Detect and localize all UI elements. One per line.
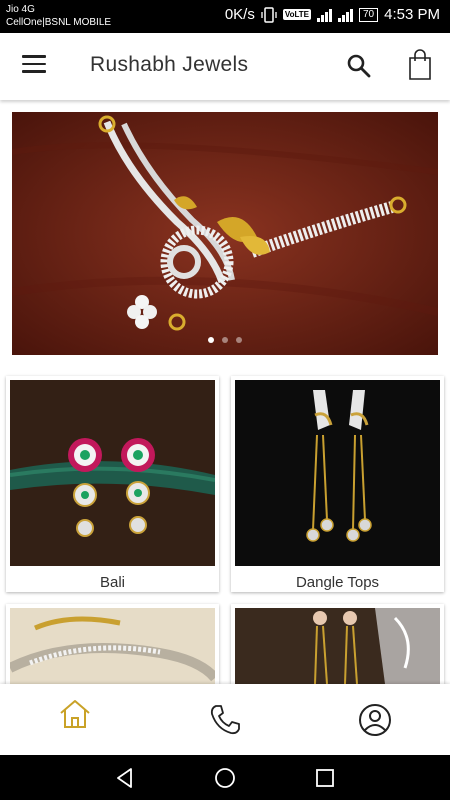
banner-carousel[interactable] bbox=[12, 112, 438, 355]
category-card-bali[interactable]: Bali bbox=[6, 376, 219, 592]
phone-icon[interactable] bbox=[207, 702, 243, 738]
category-card-gold-dangles[interactable] bbox=[231, 604, 444, 684]
category-card-dangle-tops[interactable]: Dangle Tops bbox=[231, 376, 444, 592]
vibrate-icon bbox=[261, 6, 277, 23]
account-icon[interactable] bbox=[357, 702, 393, 738]
carousel-dot[interactable] bbox=[236, 337, 242, 343]
volte-badge: VoLTE bbox=[282, 9, 311, 20]
category-label: Bali bbox=[99, 574, 125, 591]
category-label: Dangle Tops bbox=[295, 574, 380, 591]
network-speed: 0K/s bbox=[224, 6, 255, 23]
signal-icon bbox=[317, 8, 332, 22]
shopping-bag-icon[interactable] bbox=[406, 49, 434, 81]
dangle-tops-earrings-image bbox=[235, 380, 440, 566]
ring-image bbox=[10, 608, 215, 684]
system-navigation-bar bbox=[0, 755, 450, 800]
clock: 4:53 PM bbox=[384, 6, 440, 23]
carrier-name-secondary: CellOne|BSNL MOBILE bbox=[6, 17, 112, 28]
recents-icon[interactable] bbox=[313, 766, 337, 790]
carrier-name-primary: Jio 4G bbox=[6, 4, 35, 15]
carousel-dot[interactable] bbox=[222, 337, 228, 343]
bali-earrings-image bbox=[10, 380, 215, 566]
bottom-nav bbox=[0, 684, 450, 755]
category-card-ring[interactable] bbox=[6, 604, 219, 684]
carousel-indicator[interactable] bbox=[12, 337, 438, 343]
battery-icon: 70 bbox=[359, 7, 379, 22]
home-circle-icon[interactable] bbox=[213, 766, 237, 790]
status-bar: Jio 4G CellOne|BSNL MOBILE 0K/s VoLTE 70… bbox=[0, 0, 450, 33]
signal-icon-secondary bbox=[338, 8, 353, 22]
app-title: Rushabh Jewels bbox=[90, 53, 249, 76]
carousel-dot[interactable] bbox=[208, 337, 214, 343]
gold-dangles-image bbox=[235, 608, 440, 684]
back-icon[interactable] bbox=[113, 766, 137, 790]
app-bar: Rushabh Jewels bbox=[0, 33, 450, 100]
search-icon[interactable] bbox=[346, 53, 372, 79]
menu-icon[interactable] bbox=[22, 55, 48, 77]
home-icon[interactable] bbox=[57, 696, 93, 732]
mangalsutra-pendant-image bbox=[12, 112, 438, 355]
